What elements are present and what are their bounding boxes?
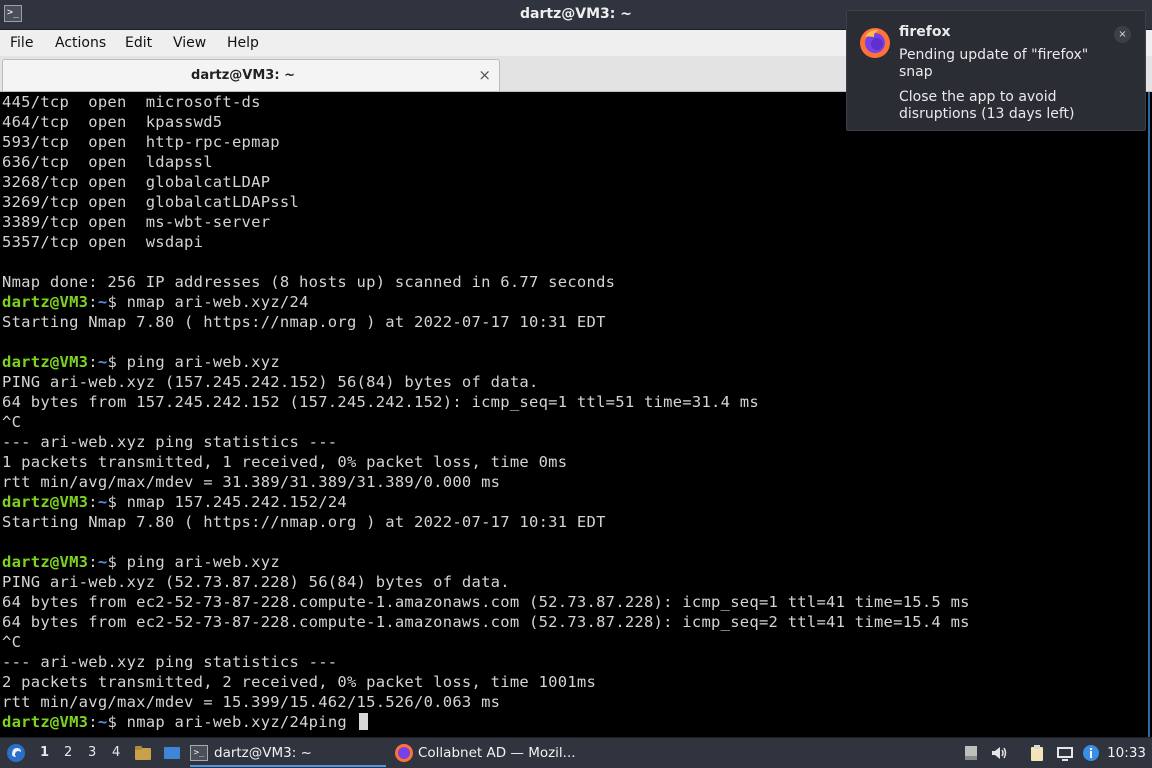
terminal-output-line: Starting Nmap 7.80 ( https://nmap.org ) …	[2, 513, 606, 531]
firefox-icon	[395, 744, 413, 762]
menu-edit[interactable]: Edit	[125, 35, 152, 51]
tab-close-icon[interactable]: ×	[478, 66, 491, 84]
prompt-separator: :	[88, 353, 98, 371]
menu-view[interactable]: View	[173, 35, 206, 51]
clipboard-icon[interactable]	[1028, 744, 1046, 762]
text-cursor	[358, 713, 368, 730]
taskbar-window-label: dartz@VM3: ~	[214, 745, 312, 761]
taskbar-window-firefox[interactable]: Collabnet AD — Mozil...	[394, 740, 594, 767]
prompt-user: dartz@VM3	[2, 553, 89, 571]
prompt-user: dartz@VM3	[2, 713, 89, 731]
prompt-user: dartz@VM3	[2, 293, 89, 311]
clock[interactable]: 10:33	[1107, 745, 1146, 761]
terminal-output-line: rtt min/avg/max/mdev = 15.399/15.462/15.…	[2, 693, 501, 711]
volume-icon[interactable]	[990, 744, 1008, 762]
terminal-command-line: dartz@VM3:~$ nmap ari-web.xyz/24	[0, 292, 1148, 312]
terminal-command-line: dartz@VM3:~$ nmap 157.245.242.152/24	[0, 492, 1148, 512]
notification-app-name: firefox	[899, 24, 951, 40]
terminal-output-line: 593/tcp open http-rpc-epmap	[2, 133, 280, 151]
terminal-icon: >_	[190, 745, 208, 761]
prompt-path: ~	[97, 493, 108, 511]
removable-drive-icon[interactable]	[962, 744, 980, 762]
terminal-output-line: Starting Nmap 7.80 ( https://nmap.org ) …	[2, 313, 606, 331]
terminal-output-line: Nmap done: 256 IP addresses (8 hosts up)…	[2, 273, 616, 291]
workspace-1[interactable]: 1	[40, 745, 49, 760]
terminal-output-line: rtt min/avg/max/mdev = 31.389/31.389/31.…	[2, 473, 501, 491]
prompt-path: ~	[97, 553, 108, 571]
firefox-icon	[860, 28, 890, 58]
prompt-path: ~	[97, 713, 108, 731]
notification-close-icon[interactable]: ×	[1114, 26, 1131, 43]
prompt-sign: $	[107, 493, 127, 511]
notification-popup[interactable]: firefox × Pending update of "firefox" sn…	[846, 10, 1146, 131]
prompt-separator: :	[88, 493, 98, 511]
prompt-user: dartz@VM3	[2, 493, 89, 511]
show-desktop-icon[interactable]	[163, 744, 181, 762]
prompt-sign: $	[107, 713, 127, 731]
menu-actions[interactable]: Actions	[55, 35, 106, 51]
command-text: nmap 157.245.242.152/24	[126, 493, 347, 511]
command-text: ping ari-web.xyz	[126, 353, 280, 371]
terminal-output-line: --- ari-web.xyz ping statistics ---	[2, 653, 338, 671]
terminal-output-line: 5357/tcp open wsdapi	[2, 233, 204, 251]
taskbar-window-label: Collabnet AD — Mozil...	[418, 745, 576, 761]
terminal-output-line: ^C	[2, 633, 22, 651]
menu-help[interactable]: Help	[227, 35, 259, 51]
prompt-sign: $	[107, 293, 127, 311]
prompt-user: dartz@VM3	[2, 353, 89, 371]
command-text: nmap ari-web.xyz/24	[126, 293, 309, 311]
prompt-path: ~	[97, 353, 108, 371]
terminal-output-line: 636/tcp open ldapssl	[2, 153, 213, 171]
terminal-output-line: --- ari-web.xyz ping statistics ---	[2, 433, 338, 451]
terminal-command-line: dartz@VM3:~$ ping ari-web.xyz	[0, 352, 1148, 372]
terminal-output[interactable]: 445/tcp open microsoft-ds 464/tcp open kp…	[0, 92, 1150, 737]
terminal-output-line: 3268/tcp open globalcatLDAP	[2, 173, 271, 191]
prompt-separator: :	[88, 293, 98, 311]
terminal-command-line: dartz@VM3:~$ ping ari-web.xyz	[0, 552, 1148, 572]
terminal-output-line: ^C	[2, 413, 22, 431]
prompt-sign: $	[107, 553, 127, 571]
command-text: nmap ari-web.xyz/24ping	[126, 713, 357, 731]
tab-label: dartz@VM3: ~	[191, 68, 295, 83]
terminal-output-line: 64 bytes from ec2-52-73-87-228.compute-1…	[2, 613, 970, 631]
terminal-output-line: 2 packets transmitted, 2 received, 0% pa…	[2, 673, 597, 691]
terminal-output-line: 1 packets transmitted, 1 received, 0% pa…	[2, 453, 568, 471]
file-manager-icon[interactable]	[134, 744, 152, 762]
terminal-command-line: dartz@VM3:~$ nmap ari-web.xyz/24ping	[0, 712, 1148, 732]
start-menu-icon[interactable]	[6, 743, 26, 763]
notification-detail: Close the app to avoid disruptions (13 d…	[899, 89, 1075, 122]
terminal-output-line: 64 bytes from 157.245.242.152 (157.245.2…	[2, 393, 759, 411]
taskbar: 1 2 3 4 >_ dartz@VM3: ~ Collabnet AD — Mo…	[0, 737, 1152, 768]
prompt-path: ~	[97, 293, 108, 311]
command-text: ping ari-web.xyz	[126, 553, 280, 571]
menu-file[interactable]: File	[10, 35, 33, 51]
prompt-separator: :	[88, 553, 98, 571]
terminal-output-line: 64 bytes from ec2-52-73-87-228.compute-1…	[2, 593, 970, 611]
info-icon[interactable]	[1082, 744, 1100, 762]
terminal-output-line: PING ari-web.xyz (52.73.87.228) 56(84) b…	[2, 573, 510, 591]
notification-message: Pending update of "firefox" snap	[899, 47, 1089, 80]
terminal-tab[interactable]: dartz@VM3: ~ ×	[2, 59, 500, 91]
prompt-separator: :	[88, 713, 98, 731]
workspace-4[interactable]: 4	[112, 745, 120, 760]
terminal-output-line: 3269/tcp open globalcatLDAPssl	[2, 193, 300, 211]
prompt-sign: $	[107, 353, 127, 371]
network-icon[interactable]	[1056, 744, 1074, 762]
workspace-3[interactable]: 3	[88, 745, 96, 760]
terminal-output-line: PING ari-web.xyz (157.245.242.152) 56(84…	[2, 373, 539, 391]
terminal-output-line: 3389/tcp open ms-wbt-server	[2, 213, 271, 231]
taskbar-window-terminal[interactable]: >_ dartz@VM3: ~	[190, 740, 386, 767]
workspace-2[interactable]: 2	[64, 745, 72, 760]
